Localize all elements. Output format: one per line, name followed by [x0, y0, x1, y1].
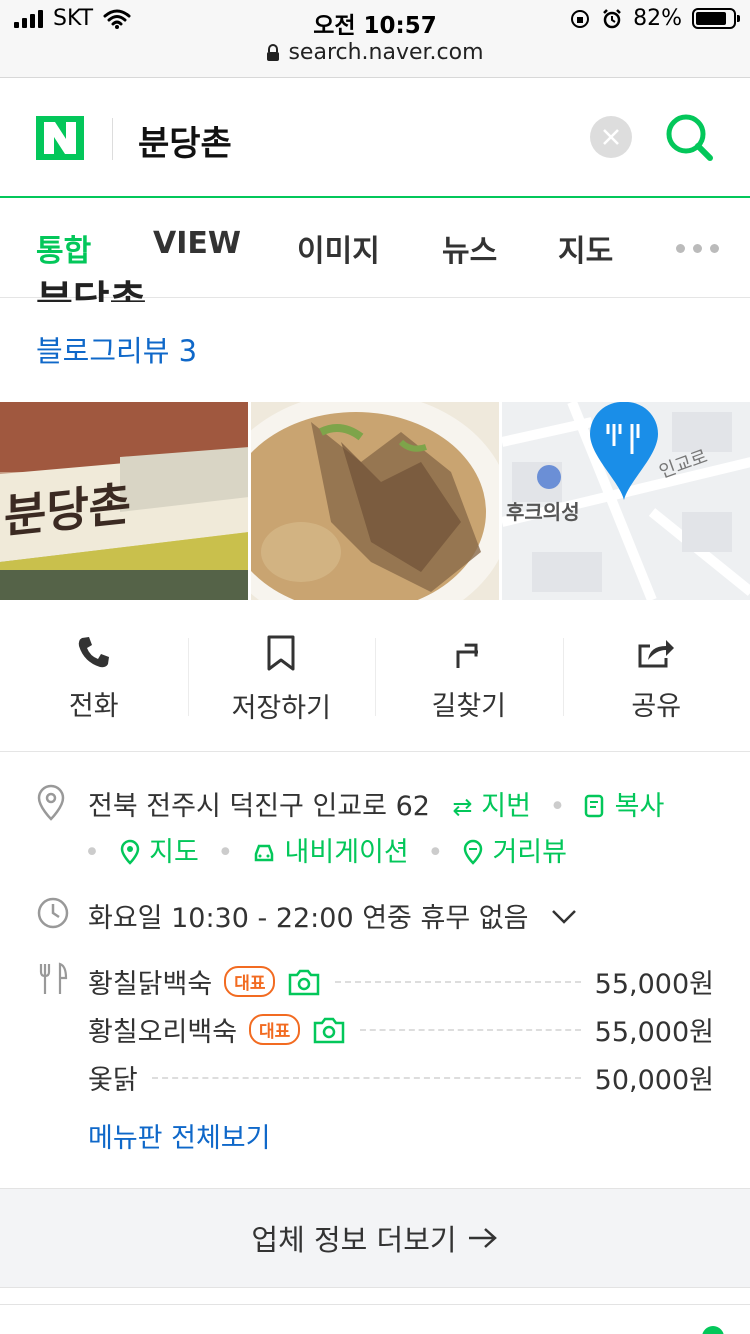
- map-thumbnail[interactable]: 후크의성 인교로: [502, 402, 750, 600]
- camera-icon[interactable]: [287, 968, 321, 996]
- separator-dot: •: [427, 837, 444, 868]
- menu-item[interactable]: 황칠오리백숙 대표 55,000원: [88, 1010, 714, 1049]
- navigation-link[interactable]: 내비게이션: [252, 837, 417, 868]
- menu-item-name: 옻닭: [88, 1065, 138, 1096]
- photo-strip: 분당촌 후크의성 인교로: [0, 402, 750, 600]
- separator-dot: •: [549, 791, 566, 822]
- tab-view[interactable]: VIEW: [153, 226, 241, 261]
- phone-icon: [78, 637, 109, 668]
- location-pin-icon: [37, 784, 65, 821]
- share-label: 공유: [631, 691, 682, 722]
- hours-text: 화요일 10:30 - 22:00 연중 휴무 없음: [88, 903, 529, 934]
- naver-logo[interactable]: [36, 116, 84, 160]
- battery-icon: [692, 8, 740, 29]
- directions-button[interactable]: 길찾기: [375, 600, 563, 751]
- header-divider: [112, 118, 113, 160]
- call-label: 전화: [68, 691, 119, 722]
- street-view-icon: [463, 839, 483, 865]
- bookmark-icon: [267, 635, 295, 671]
- storefront-sign-text: 분당촌: [4, 476, 131, 544]
- map-pin-icon: [120, 839, 139, 865]
- chevron-down-icon: [552, 910, 576, 924]
- map-link[interactable]: 지도: [119, 837, 208, 868]
- tab-map[interactable]: 지도: [558, 226, 613, 270]
- save-label: 저장하기: [231, 693, 331, 724]
- menu-item-price: 50,000원: [594, 1065, 714, 1096]
- arrow-right-icon: [468, 1228, 497, 1248]
- menu-item-price: 55,000원: [594, 969, 714, 1000]
- battery-percent: 82%: [633, 6, 682, 31]
- map-poi-label: 후크의성: [506, 500, 580, 524]
- copy-icon: [584, 794, 604, 818]
- tab-news[interactable]: 뉴스: [442, 226, 497, 270]
- signature-badge: 대표: [224, 966, 276, 997]
- view-all-menu-link[interactable]: 메뉴판 전체보기: [88, 1116, 270, 1155]
- car-icon: [254, 844, 274, 862]
- clock-icon: [37, 897, 69, 929]
- rotation-lock-icon: [571, 9, 590, 28]
- camera-icon[interactable]: [312, 1016, 346, 1044]
- more-info-label: 업체 정보 더보기: [251, 1223, 457, 1257]
- map-label: 지도: [149, 837, 199, 868]
- search-icon[interactable]: [664, 112, 716, 164]
- menu-item-name: 황칠닭백숙: [88, 969, 213, 1000]
- menu-item-name: 황칠오리백숙: [88, 1017, 238, 1048]
- copy-label: 복사: [614, 791, 665, 822]
- blog-review-link[interactable]: 블로그리뷰 3: [36, 328, 197, 370]
- menu-item[interactable]: 옻닭 50,000원: [88, 1058, 714, 1097]
- more-info-button[interactable]: 업체 정보 더보기: [0, 1188, 750, 1288]
- jibun-toggle[interactable]: ⇄ 지번: [453, 791, 540, 822]
- separator-dot: •: [84, 837, 100, 868]
- street-view-link[interactable]: 거리뷰: [462, 837, 567, 868]
- address-text: 전북 전주시 덕진구 인교로 62: [88, 791, 430, 822]
- search-input[interactable]: 분당촌: [138, 116, 232, 165]
- street-view-label: 거리뷰: [492, 837, 567, 868]
- place-title: 분당촌: [36, 278, 147, 302]
- directions-label: 길찾기: [431, 691, 507, 722]
- action-bar: 전화 저장하기 길찾기 공유: [0, 600, 750, 752]
- copy-button[interactable]: 복사: [584, 791, 664, 822]
- leader-dots: [335, 980, 581, 983]
- share-icon: [638, 640, 675, 668]
- status-bar: SKT 오전 10:57 82% search.naver.com: [0, 0, 750, 78]
- save-button[interactable]: 저장하기: [187, 600, 376, 751]
- address-line: 전북 전주시 덕진구 인교로 62 ⇄ 지번 • 복사: [88, 784, 664, 823]
- food-photo[interactable]: [251, 402, 499, 600]
- close-icon: [603, 129, 619, 145]
- swap-icon: ⇄: [452, 793, 473, 821]
- address-bar[interactable]: search.naver.com: [0, 40, 750, 65]
- status-right: 82%: [569, 6, 740, 31]
- search-header: 분당촌: [0, 78, 750, 198]
- lock-icon: [267, 43, 280, 61]
- more-tabs-button[interactable]: [676, 244, 719, 253]
- directions-icon: [456, 643, 478, 668]
- menu-item-price: 55,000원: [594, 1017, 714, 1048]
- clear-button[interactable]: [590, 116, 632, 158]
- menu-item[interactable]: 황칠닭백숙 대표 55,000원: [88, 962, 714, 1001]
- utensils-icon: [39, 962, 68, 994]
- call-button[interactable]: 전화: [0, 600, 188, 751]
- place-title-clipped: 분당촌: [36, 262, 336, 302]
- jibun-label: 지번: [481, 791, 531, 822]
- signature-badge: 대표: [249, 1014, 301, 1045]
- storefront-photo[interactable]: 분당촌: [0, 402, 248, 600]
- address-links: • 지도 • 내비게이션 • 거리뷰: [84, 830, 567, 869]
- section-divider: [0, 1304, 750, 1334]
- separator-dot: •: [217, 837, 234, 868]
- leader-dots: [151, 1076, 581, 1079]
- leader-dots: [360, 1028, 581, 1031]
- share-button[interactable]: 공유: [562, 600, 750, 751]
- hours-row[interactable]: 화요일 10:30 - 22:00 연중 휴무 없음: [88, 896, 577, 935]
- navigation-label: 내비게이션: [284, 837, 409, 868]
- soup-illustration: [251, 402, 499, 600]
- url-text: search.naver.com: [288, 40, 484, 65]
- alarm-icon: [603, 8, 621, 28]
